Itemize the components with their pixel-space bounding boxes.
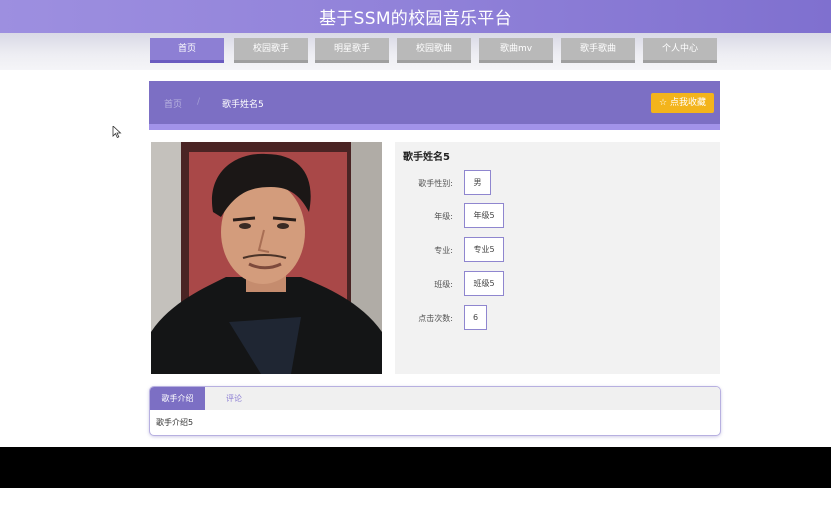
nav-item-star-singers[interactable]: 明星歌手 (315, 38, 389, 63)
tab-singer-intro[interactable]: 歌手介绍 (150, 387, 205, 410)
major-value: 专业5 (464, 237, 504, 262)
nav-item-home[interactable]: 首页 (150, 38, 224, 63)
grade-label: 年级: (434, 212, 453, 221)
breadcrumb-separator: / (197, 97, 201, 107)
mouse-cursor-icon (112, 126, 122, 138)
singer-photo (151, 142, 382, 374)
nav-item-campus-songs[interactable]: 校园歌曲 (397, 38, 471, 63)
class-value: 班级5 (464, 271, 504, 296)
tab-comments[interactable]: 评论 (212, 387, 256, 410)
nav-item-personal-center[interactable]: 个人中心 (643, 38, 717, 63)
site-title: 基于SSM的校园音乐平台 (319, 9, 512, 29)
gender-label: 歌手性别: (418, 179, 453, 188)
nav-item-song-mv[interactable]: 歌曲mv (479, 38, 553, 63)
singer-info-panel (395, 142, 720, 374)
footer-black-bar (0, 447, 831, 488)
breadcrumb-current: 歌手姓名5 (222, 100, 264, 110)
tabs-panel: 歌手介绍 评论 歌手介绍5 (149, 386, 721, 436)
breadcrumb-home-link[interactable]: 首页 (164, 97, 182, 110)
singer-name: 歌手姓名5 (403, 152, 450, 163)
click-count-value: 6 (464, 305, 487, 330)
grade-value: 年级5 (464, 203, 504, 228)
nav-item-campus-singers[interactable]: 校园歌手 (234, 38, 308, 63)
favorite-button[interactable]: ☆ 点我收藏 (651, 93, 714, 113)
class-label: 班级: (434, 280, 453, 289)
nav-item-singer-songs[interactable]: 歌手歌曲 (561, 38, 635, 63)
major-label: 专业: (434, 246, 453, 255)
click-count-label: 点击次数: (418, 314, 453, 323)
breadcrumb-underline (149, 124, 720, 130)
gender-value: 男 (464, 170, 491, 195)
tab-content-text: 歌手介绍5 (156, 418, 194, 427)
